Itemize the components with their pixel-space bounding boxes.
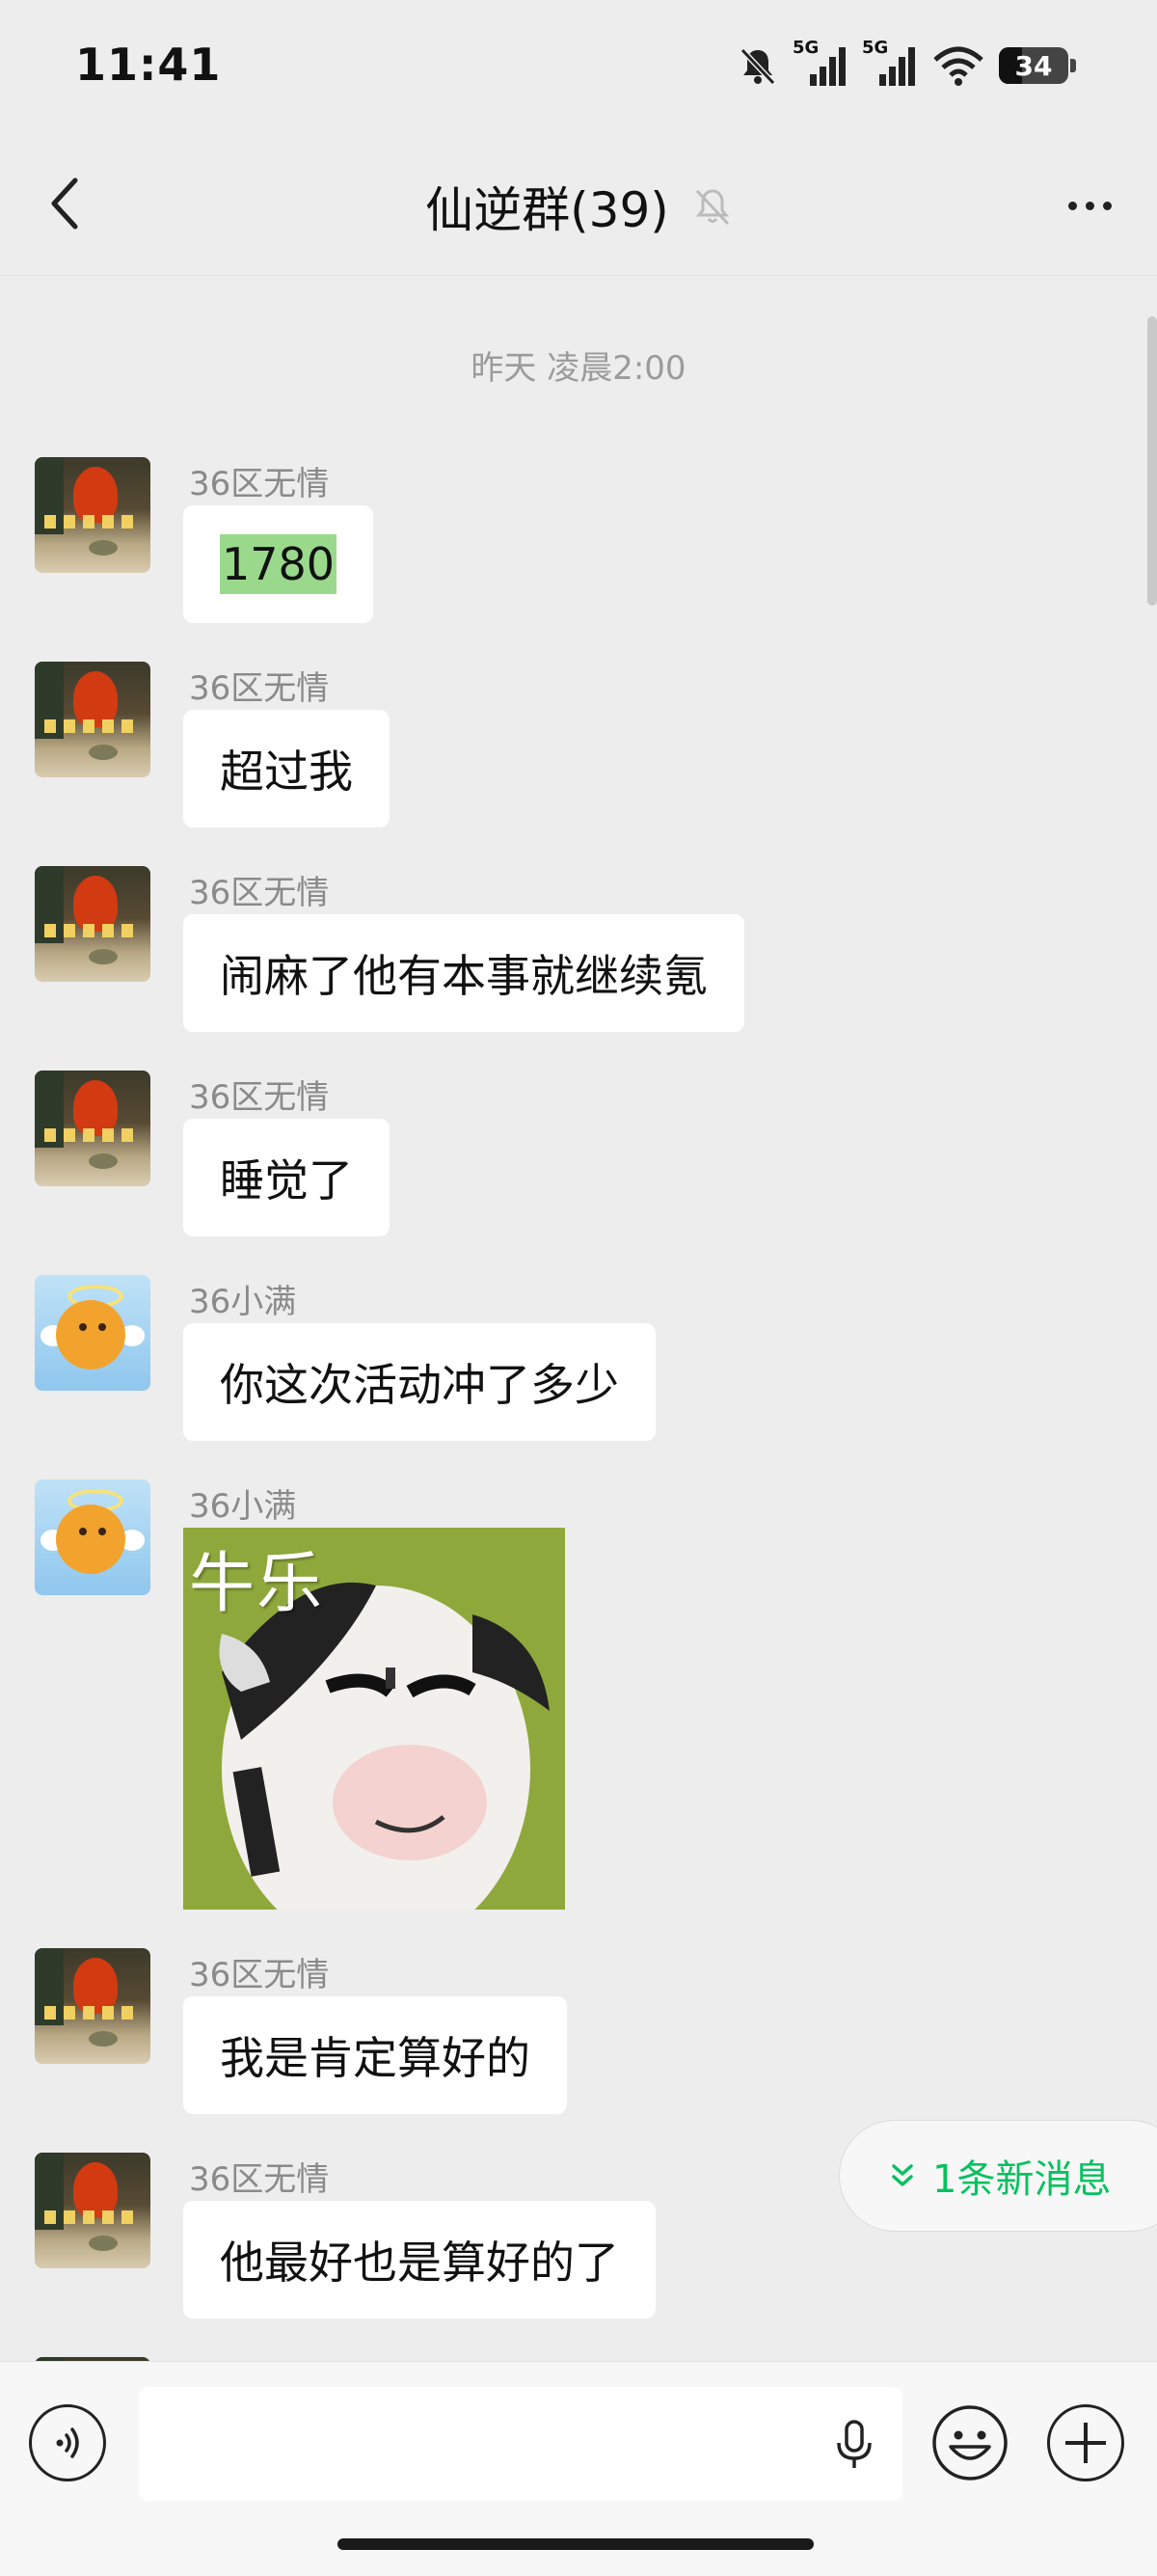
home-indicator[interactable] bbox=[337, 2538, 814, 2550]
dot bbox=[1067, 201, 1077, 210]
sender-name: 36小满 bbox=[189, 1487, 297, 1526]
sticker-image[interactable]: 牛乐 bbox=[183, 1528, 565, 1910]
avatar[interactable] bbox=[35, 866, 150, 982]
plus-icon[interactable] bbox=[1047, 2404, 1124, 2481]
message-text: 1780 bbox=[220, 534, 337, 594]
double-chevron-down-icon bbox=[892, 2164, 913, 2186]
sender-name: 36区无情 bbox=[189, 1078, 330, 1117]
dot bbox=[1085, 201, 1094, 210]
message-bubble[interactable]: 我是肯定算好的 bbox=[183, 1996, 567, 2114]
more-options-button[interactable] bbox=[1051, 181, 1128, 230]
message-bubble[interactable]: 超过我 bbox=[183, 710, 390, 827]
message-text: 超过我 bbox=[220, 746, 353, 798]
battery-icon: 34 bbox=[999, 47, 1076, 84]
bell-muted-status-icon bbox=[740, 47, 776, 86]
sender-name: 36区无情 bbox=[189, 669, 330, 708]
new-message-button[interactable]: 1条新消息 bbox=[839, 2120, 1157, 2232]
sender-name: 36区无情 bbox=[189, 465, 330, 503]
emoji-icon[interactable] bbox=[931, 2404, 1009, 2481]
sender-name: 36区无情 bbox=[189, 874, 330, 912]
bell-muted-icon bbox=[695, 189, 729, 226]
avatar[interactable] bbox=[35, 662, 150, 777]
sender-name: 36小满 bbox=[189, 1283, 297, 1321]
avatar[interactable] bbox=[35, 1948, 150, 2064]
wifi-icon bbox=[933, 46, 983, 86]
status-time: 11:41 bbox=[75, 39, 222, 91]
battery-level: 34 bbox=[1014, 49, 1053, 82]
voice-toggle-icon bbox=[56, 2427, 79, 2458]
status-icons: 5G 5G 34 bbox=[737, 35, 1076, 96]
sender-name: 36区无情 bbox=[189, 2160, 330, 2199]
voice-toggle-button[interactable] bbox=[29, 2404, 106, 2481]
message-bubble[interactable]: 1780 bbox=[183, 505, 374, 623]
message-text: 你这次活动冲了多少 bbox=[220, 1359, 619, 1411]
chat-timestamp: 昨天 凌晨2:00 bbox=[471, 349, 686, 388]
chat-header: 仙逆群(39) bbox=[0, 135, 1157, 276]
microphone-icon[interactable] bbox=[835, 2420, 874, 2470]
message-bubble[interactable]: 闹麻了他有本事就继续氪 bbox=[183, 914, 744, 1032]
message-text: 他最好也是算好的了 bbox=[220, 2237, 619, 2289]
message-text: 我是肯定算好的 bbox=[220, 2032, 530, 2084]
sticker-caption: 牛乐 bbox=[189, 1546, 325, 1622]
message-text: 闹麻了他有本事就继续氪 bbox=[220, 950, 708, 1002]
status-bar: 11:41 5G 5G 34 bbox=[0, 0, 1157, 135]
dot bbox=[1102, 201, 1112, 210]
signal-icon-2: 5G bbox=[862, 38, 918, 90]
message-bubble[interactable]: 他最好也是算好的了 bbox=[183, 2201, 656, 2318]
avatar[interactable] bbox=[35, 1275, 150, 1391]
signal-icon-1: 5G bbox=[793, 38, 848, 90]
message-bubble[interactable]: 你这次活动冲了多少 bbox=[183, 1323, 656, 1441]
avatar[interactable] bbox=[35, 2153, 150, 2268]
message-text: 睡觉了 bbox=[220, 1154, 353, 1207]
avatar[interactable] bbox=[35, 1071, 150, 1186]
avatar[interactable] bbox=[35, 1479, 150, 1595]
sender-name: 36区无情 bbox=[189, 1956, 330, 1994]
message-input[interactable] bbox=[139, 2387, 902, 2501]
new-message-label: 1条新消息 bbox=[932, 2157, 1112, 2202]
avatar[interactable] bbox=[35, 457, 150, 573]
chat-title: 仙逆群(39) bbox=[425, 182, 669, 238]
message-bubble[interactable]: 睡觉了 bbox=[183, 1119, 390, 1236]
